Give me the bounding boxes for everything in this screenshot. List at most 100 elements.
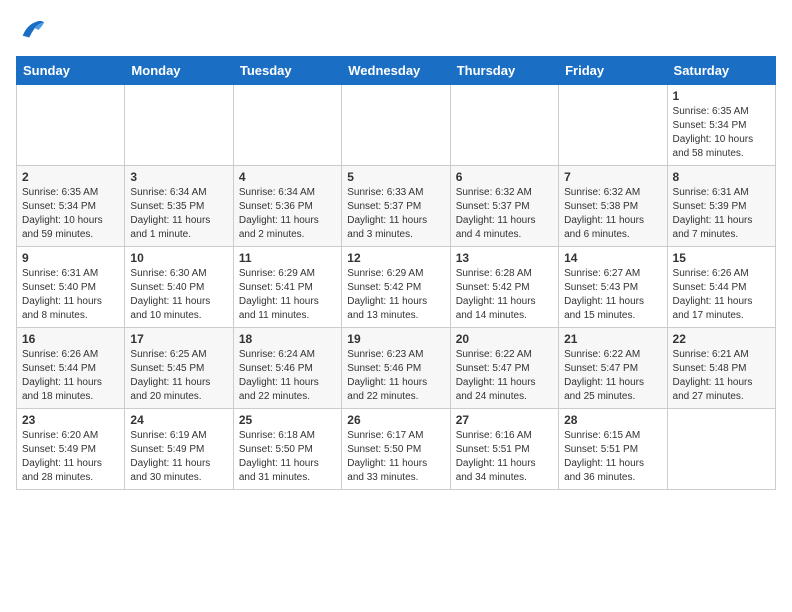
- calendar-table: SundayMondayTuesdayWednesdayThursdayFrid…: [16, 56, 776, 490]
- calendar-week-3: 16Sunrise: 6:26 AM Sunset: 5:44 PM Dayli…: [17, 328, 776, 409]
- calendar-cell: 26Sunrise: 6:17 AM Sunset: 5:50 PM Dayli…: [342, 409, 450, 490]
- day-info: Sunrise: 6:18 AM Sunset: 5:50 PM Dayligh…: [239, 429, 336, 485]
- logo-bird-icon: [18, 16, 46, 44]
- calendar-header: SundayMondayTuesdayWednesdayThursdayFrid…: [17, 57, 776, 85]
- calendar-cell: 18Sunrise: 6:24 AM Sunset: 5:46 PM Dayli…: [233, 328, 341, 409]
- calendar-cell: 9 Sunrise: 6:31 AM Sunset: 5:40 PM Daylig…: [17, 247, 125, 328]
- day-number: 25: [239, 413, 336, 427]
- day-number: 17: [130, 332, 227, 346]
- calendar-cell: 2 Sunrise: 6:35 AM Sunset: 5:34 PM Daylig…: [17, 166, 125, 247]
- day-info: Sunrise: 6:19 AM Sunset: 5:49 PM Dayligh…: [130, 429, 227, 485]
- day-info: Sunrise: 6:22 AM Sunset: 5:47 PM Dayligh…: [456, 348, 553, 404]
- day-number: 20: [456, 332, 553, 346]
- day-header-sunday: Sunday: [17, 57, 125, 85]
- day-number: 21: [564, 332, 661, 346]
- day-number: 28: [564, 413, 661, 427]
- calendar-cell: 27 Sunrise: 6:16 AM Sunset: 5:51 PM Dayli…: [450, 409, 558, 490]
- logo: [16, 16, 46, 44]
- calendar-cell: 3 Sunrise: 6:34 AM Sunset: 5:35 PM Daylig…: [125, 166, 233, 247]
- day-info: Sunrise: 6:20 AM Sunset: 5:49 PM Dayligh…: [22, 429, 119, 485]
- day-number: 14: [564, 251, 661, 265]
- day-number: 19: [347, 332, 444, 346]
- day-info: Sunrise: 6:16 AM Sunset: 5:51 PM Dayligh…: [456, 429, 553, 485]
- day-info: Sunrise: 6:29 AM Sunset: 5:41 PM Dayligh…: [239, 267, 336, 323]
- day-number: 13: [456, 251, 553, 265]
- calendar-cell: 28 Sunrise: 6:15 AM Sunset: 5:51 PM Dayli…: [559, 409, 667, 490]
- calendar-cell: 12Sunrise: 6:29 AM Sunset: 5:42 PM Dayli…: [342, 247, 450, 328]
- day-number: 5: [347, 170, 444, 184]
- day-number: 16: [22, 332, 119, 346]
- calendar-cell: 6 Sunrise: 6:32 AM Sunset: 5:37 PM Daylig…: [450, 166, 558, 247]
- day-number: 3: [130, 170, 227, 184]
- day-info: Sunrise: 6:34 AM Sunset: 5:35 PM Dayligh…: [130, 186, 227, 242]
- calendar-cell: 24Sunrise: 6:19 AM Sunset: 5:49 PM Dayli…: [125, 409, 233, 490]
- calendar-cell: 20 Sunrise: 6:22 AM Sunset: 5:47 PM Dayli…: [450, 328, 558, 409]
- day-info: Sunrise: 6:31 AM Sunset: 5:40 PM Dayligh…: [22, 267, 119, 323]
- calendar-cell: 19 Sunrise: 6:23 AM Sunset: 5:46 PM Dayli…: [342, 328, 450, 409]
- calendar-cell: 11 Sunrise: 6:29 AM Sunset: 5:41 PM Dayli…: [233, 247, 341, 328]
- day-number: 26: [347, 413, 444, 427]
- page-header: [16, 16, 776, 44]
- calendar-cell: [559, 85, 667, 166]
- calendar-week-0: 1Sunrise: 6:35 AM Sunset: 5:34 PM Daylig…: [17, 85, 776, 166]
- calendar-cell: 25 Sunrise: 6:18 AM Sunset: 5:50 PM Dayli…: [233, 409, 341, 490]
- calendar-cell: 17 Sunrise: 6:25 AM Sunset: 5:45 PM Dayli…: [125, 328, 233, 409]
- day-info: Sunrise: 6:30 AM Sunset: 5:40 PM Dayligh…: [130, 267, 227, 323]
- day-number: 23: [22, 413, 119, 427]
- calendar-cell: [342, 85, 450, 166]
- day-header-tuesday: Tuesday: [233, 57, 341, 85]
- day-info: Sunrise: 6:32 AM Sunset: 5:37 PM Dayligh…: [456, 186, 553, 242]
- calendar-cell: 4 Sunrise: 6:34 AM Sunset: 5:36 PM Daylig…: [233, 166, 341, 247]
- day-number: 1: [673, 89, 770, 103]
- day-info: Sunrise: 6:35 AM Sunset: 5:34 PM Dayligh…: [22, 186, 119, 242]
- calendar-cell: [450, 85, 558, 166]
- day-number: 11: [239, 251, 336, 265]
- day-info: Sunrise: 6:21 AM Sunset: 5:48 PM Dayligh…: [673, 348, 770, 404]
- day-number: 4: [239, 170, 336, 184]
- day-number: 10: [130, 251, 227, 265]
- calendar-cell: [667, 409, 775, 490]
- calendar-week-1: 2 Sunrise: 6:35 AM Sunset: 5:34 PM Daylig…: [17, 166, 776, 247]
- day-header-wednesday: Wednesday: [342, 57, 450, 85]
- day-number: 8: [673, 170, 770, 184]
- day-header-monday: Monday: [125, 57, 233, 85]
- calendar-cell: 1Sunrise: 6:35 AM Sunset: 5:34 PM Daylig…: [667, 85, 775, 166]
- calendar-cell: [233, 85, 341, 166]
- day-number: 27: [456, 413, 553, 427]
- day-header-saturday: Saturday: [667, 57, 775, 85]
- calendar-cell: 15 Sunrise: 6:26 AM Sunset: 5:44 PM Dayli…: [667, 247, 775, 328]
- calendar-week-2: 9 Sunrise: 6:31 AM Sunset: 5:40 PM Daylig…: [17, 247, 776, 328]
- calendar-body: 1 Sunrise: 6:35 AM Sunset: 5:34 PM Daylig…: [17, 85, 776, 490]
- calendar-cell: 21 Sunrise: 6:22 AM Sunset: 5:47 PM Dayli…: [559, 328, 667, 409]
- day-number: 22: [673, 332, 770, 346]
- calendar-cell: 13Sunrise: 6:28 AM Sunset: 5:42 PM Dayli…: [450, 247, 558, 328]
- day-header-friday: Friday: [559, 57, 667, 85]
- day-header-thursday: Thursday: [450, 57, 558, 85]
- calendar-cell: 22 Sunrise: 6:21 AM Sunset: 5:48 PM Dayli…: [667, 328, 775, 409]
- day-info: Sunrise: 6:25 AM Sunset: 5:45 PM Dayligh…: [130, 348, 227, 404]
- day-info: Sunrise: 6:27 AM Sunset: 5:43 PM Dayligh…: [564, 267, 661, 323]
- day-info: Sunrise: 6:15 AM Sunset: 5:51 PM Dayligh…: [564, 429, 661, 485]
- day-info: Sunrise: 6:32 AM Sunset: 5:38 PM Dayligh…: [564, 186, 661, 242]
- calendar-cell: 5Sunrise: 6:33 AM Sunset: 5:37 PM Daylig…: [342, 166, 450, 247]
- calendar-cell: [125, 85, 233, 166]
- header-row: SundayMondayTuesdayWednesdayThursdayFrid…: [17, 57, 776, 85]
- day-number: 6: [456, 170, 553, 184]
- calendar-cell: 8Sunrise: 6:31 AM Sunset: 5:39 PM Daylig…: [667, 166, 775, 247]
- day-number: 2: [22, 170, 119, 184]
- day-number: 18: [239, 332, 336, 346]
- day-info: Sunrise: 6:34 AM Sunset: 5:36 PM Dayligh…: [239, 186, 336, 242]
- day-number: 15: [673, 251, 770, 265]
- calendar-cell: 10 Sunrise: 6:30 AM Sunset: 5:40 PM Dayli…: [125, 247, 233, 328]
- calendar-cell: [17, 85, 125, 166]
- day-info: Sunrise: 6:23 AM Sunset: 5:46 PM Dayligh…: [347, 348, 444, 404]
- day-number: 7: [564, 170, 661, 184]
- calendar-cell: 7 Sunrise: 6:32 AM Sunset: 5:38 PM Daylig…: [559, 166, 667, 247]
- day-info: Sunrise: 6:22 AM Sunset: 5:47 PM Dayligh…: [564, 348, 661, 404]
- day-number: 9: [22, 251, 119, 265]
- calendar-cell: 23 Sunrise: 6:20 AM Sunset: 5:49 PM Dayli…: [17, 409, 125, 490]
- day-info: Sunrise: 6:29 AM Sunset: 5:42 PM Dayligh…: [347, 267, 444, 323]
- day-info: Sunrise: 6:26 AM Sunset: 5:44 PM Dayligh…: [673, 267, 770, 323]
- logo-text: [16, 16, 46, 44]
- calendar-cell: 16Sunrise: 6:26 AM Sunset: 5:44 PM Dayli…: [17, 328, 125, 409]
